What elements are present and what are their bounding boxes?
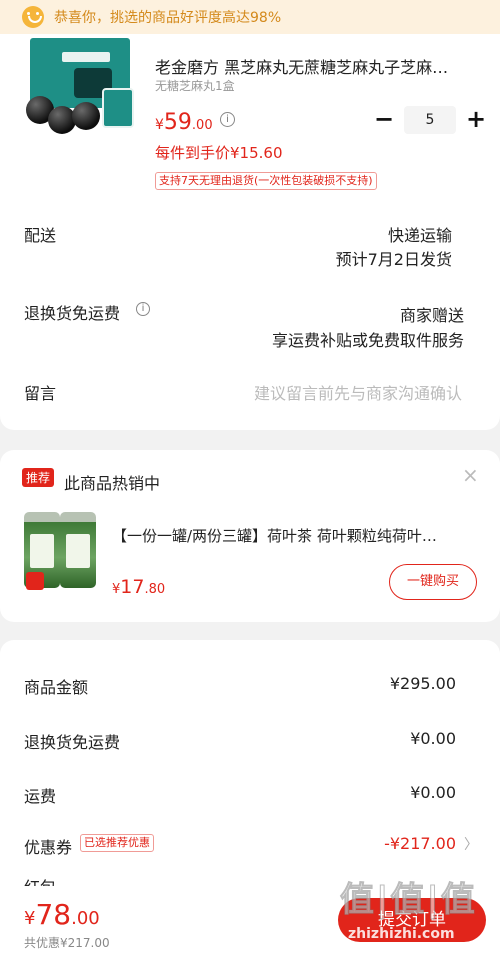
decrease-button[interactable]: − <box>370 106 398 134</box>
praise-banner: 恭喜你，挑选的商品好评度高达98% <box>0 0 500 34</box>
return-policy-badge: 支持7天无理由退货(一次性包装破损不支持) <box>155 172 377 190</box>
increase-button[interactable]: + <box>462 106 490 134</box>
smile-icon <box>22 6 44 28</box>
coupon-value[interactable]: -¥217.00 <box>384 834 456 853</box>
shipping-label: 运费 <box>24 787 57 806</box>
free-return-info-icon[interactable]: i <box>136 302 150 316</box>
free-return-desc: 享运费补贴或免费取件服务 <box>271 331 464 350</box>
recommend-product-title[interactable]: 【一份一罐/两份三罐】荷叶茶 荷叶颗粒纯荷叶… <box>112 525 437 546</box>
recommend-badge: 推荐 <box>22 468 55 487</box>
free-return-label: 退换货免运费 <box>24 304 121 323</box>
quantity-stepper: − 5 + <box>370 106 490 134</box>
product-image[interactable] <box>22 34 138 150</box>
watermark: 值|值|值 zhizhizhi.com <box>336 868 496 948</box>
free-return-gift: 商家赠送 <box>399 306 464 325</box>
unit-price: 每件到手价¥15.60 <box>155 144 283 162</box>
total-discount: 共优惠¥217.00 <box>24 936 110 950</box>
return-shipping-value: ¥0.00 <box>410 729 456 748</box>
delivery-label: 配送 <box>24 226 57 245</box>
chevron-right-icon[interactable]: 〉 <box>464 834 478 854</box>
watermark-url: zhizhizhi.com <box>348 926 455 942</box>
goods-amount-value: ¥295.00 <box>389 674 456 693</box>
price-info-icon[interactable]: i <box>220 112 235 127</box>
shipping-value: ¥0.00 <box>410 783 456 802</box>
goods-amount-label: 商品金额 <box>24 678 89 697</box>
praise-text: 恭喜你，挑选的商品好评度高达98% <box>54 10 282 26</box>
total-price: ¥ 78 .00 <box>24 898 100 931</box>
coupon-label: 优惠券 <box>24 838 73 857</box>
message-label: 留言 <box>24 384 57 403</box>
quantity-input[interactable]: 5 <box>404 106 456 134</box>
return-shipping-label: 退换货免运费 <box>24 733 121 752</box>
red-packet-label: 红包 <box>24 874 56 886</box>
delivery-method[interactable]: 快递运输 <box>388 222 452 246</box>
message-input[interactable]: 建议留言前先与商家沟通确认 <box>254 380 462 404</box>
delivery-eta: 预计7月2日发货 <box>335 250 452 269</box>
recommend-price: ¥ 17 .80 <box>112 576 166 598</box>
product-spec: 无糖芝麻丸1盒 <box>155 79 235 93</box>
watermark-logo: 值|值|值 <box>340 880 477 921</box>
product-title[interactable]: 老金磨方 黑芝麻丸无蔗糖芝麻丸子芝麻… <box>155 54 448 78</box>
close-icon[interactable]: × <box>462 463 479 487</box>
product-price: ¥ 59 .00 <box>155 110 213 135</box>
one-click-buy-button[interactable]: 一键购买 <box>389 564 477 600</box>
coupon-selected-badge: 已选推荐优惠 <box>80 834 154 852</box>
recommend-title: 此商品热销中 <box>64 474 161 493</box>
